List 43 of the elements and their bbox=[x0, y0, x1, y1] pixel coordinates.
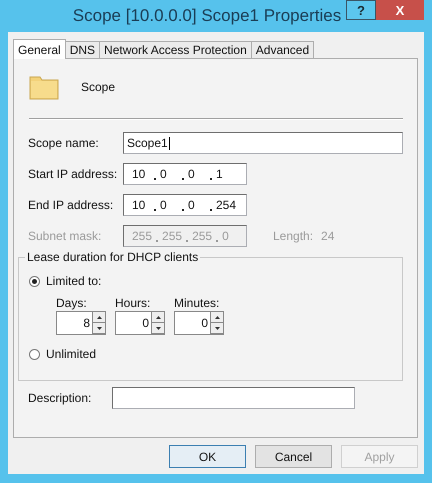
field-label: Start IP address: bbox=[28, 167, 118, 181]
field-label: Description: bbox=[28, 391, 92, 405]
spin-down-button[interactable] bbox=[211, 323, 224, 334]
tab[interactable]: DNS bbox=[64, 41, 100, 58]
folder-icon bbox=[29, 74, 59, 100]
dialog-button[interactable]: Cancel bbox=[255, 445, 332, 468]
dialog-button[interactable]: OK bbox=[169, 445, 246, 468]
window-title: Scope [10.0.0.0] Scope1 Properties bbox=[72, 6, 342, 26]
number-spinner[interactable]: 8 bbox=[56, 311, 106, 335]
radio-button[interactable]: Unlimited bbox=[29, 347, 96, 361]
up-arrow-icon bbox=[96, 316, 102, 318]
field-label: End IP address: bbox=[28, 198, 114, 212]
group-title: Lease duration for DHCP clients bbox=[25, 250, 200, 264]
field-label: Subnet mask: bbox=[28, 229, 102, 243]
field-label: Scope name: bbox=[28, 136, 100, 150]
tab[interactable]: Advanced bbox=[250, 41, 314, 58]
number-spinner[interactable]: 0 bbox=[174, 311, 224, 335]
number-spinner[interactable]: 0 bbox=[115, 311, 165, 335]
up-arrow-icon bbox=[214, 316, 220, 318]
spin-down-button[interactable] bbox=[152, 323, 165, 334]
close-button[interactable]: X bbox=[376, 0, 424, 20]
scope-name-field[interactable]: Scope1 bbox=[123, 132, 403, 154]
ip-address-field[interactable]: 10 0 0 1 bbox=[123, 163, 247, 185]
tab[interactable]: General bbox=[13, 39, 66, 59]
ip-address-field[interactable]: 10 0 0 254 bbox=[123, 194, 247, 216]
down-arrow-icon bbox=[156, 326, 160, 330]
spin-up-button[interactable] bbox=[93, 312, 106, 323]
spinner-label: Days: bbox=[56, 296, 88, 310]
radio-button[interactable]: Limited to: bbox=[29, 274, 102, 288]
length-value: 24 bbox=[321, 229, 334, 243]
spin-down-button[interactable] bbox=[93, 323, 106, 334]
help-button[interactable]: ? bbox=[346, 0, 376, 20]
spinner-label: Hours: bbox=[115, 296, 152, 310]
tab[interactable]: Network Access Protection bbox=[99, 41, 252, 58]
length-label: Length: bbox=[273, 229, 314, 243]
down-arrow-icon bbox=[214, 326, 220, 330]
spinner-label: Minutes: bbox=[174, 296, 220, 310]
up-arrow-icon bbox=[156, 316, 160, 318]
down-arrow-icon bbox=[96, 326, 102, 330]
scope-heading: Scope bbox=[81, 80, 116, 94]
spin-up-button[interactable] bbox=[152, 312, 165, 323]
description-field[interactable] bbox=[112, 387, 355, 409]
spin-up-button[interactable] bbox=[211, 312, 224, 323]
